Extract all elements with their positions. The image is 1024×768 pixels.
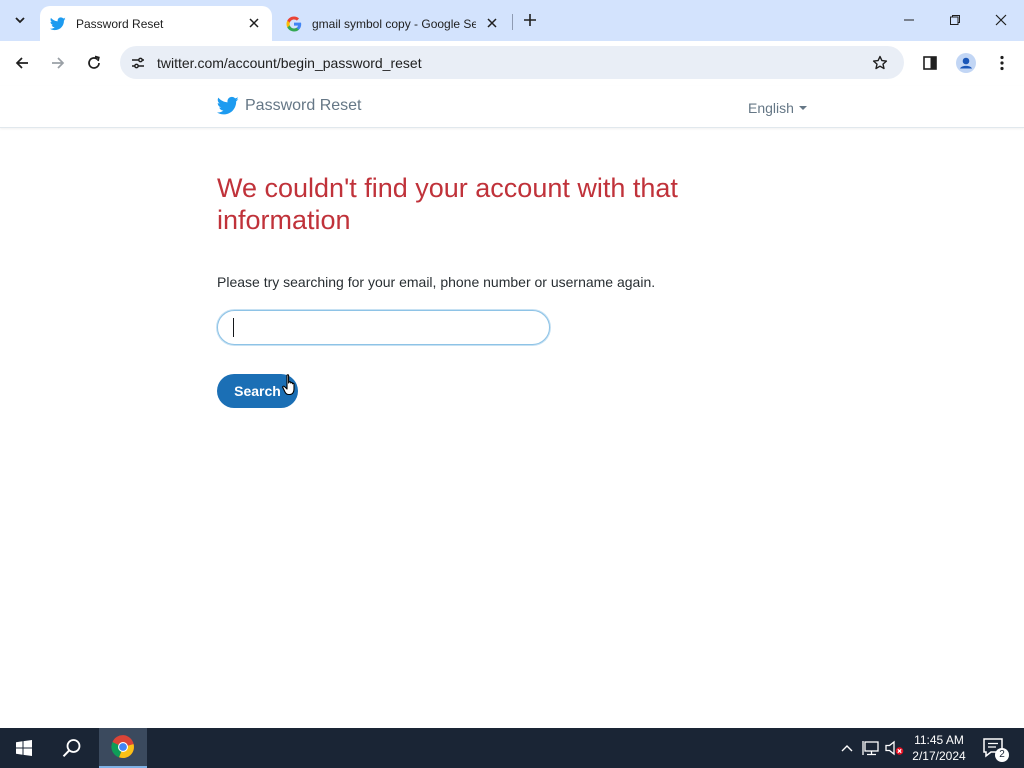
clock-date: 2/17/2024	[912, 749, 966, 763]
restore-icon	[950, 15, 960, 25]
chrome-icon	[111, 735, 134, 759]
taskbar-chrome-button[interactable]	[99, 728, 147, 768]
close-window-button[interactable]	[978, 0, 1024, 40]
caret-down-icon	[798, 106, 807, 110]
tab-title: Password Reset	[76, 16, 164, 31]
windows-taskbar: 11:45 AM 2/17/2024 2	[0, 728, 1024, 768]
new-tab-button[interactable]	[519, 9, 541, 31]
language-label: English	[748, 100, 794, 116]
tab-gmail-symbol-copy[interactable]: gmail symbol copy - Google Se	[276, 6, 510, 41]
chevron-up-icon	[841, 745, 853, 752]
taskbar-clock[interactable]: 11:45 AM 2/17/2024	[906, 732, 972, 764]
side-panel-button[interactable]	[916, 49, 944, 77]
side-panel-icon	[923, 56, 937, 70]
close-icon	[995, 14, 1007, 26]
google-g-icon	[286, 16, 302, 32]
bookmark-star-icon[interactable]	[870, 53, 890, 73]
page-content: Password Reset English We couldn't find …	[0, 86, 1024, 728]
profile-button[interactable]	[952, 49, 980, 77]
forward-button[interactable]	[44, 49, 72, 77]
error-heading: We couldn't find your account with that …	[217, 173, 678, 235]
chevron-down-icon	[15, 17, 25, 24]
hand-pointer-cursor-icon	[282, 374, 295, 396]
volume-muted-icon	[885, 740, 904, 756]
browser-menu-button[interactable]	[988, 49, 1016, 77]
tab-divider	[512, 14, 513, 30]
browser-toolbar: twitter.com/account/begin_password_reset	[0, 41, 1024, 86]
volume-button[interactable]	[884, 728, 906, 768]
kebab-menu-icon	[1000, 55, 1004, 71]
tab-password-reset[interactable]: Password Reset	[40, 6, 272, 41]
tab-search-button[interactable]	[6, 7, 34, 33]
back-button[interactable]	[8, 49, 36, 77]
network-icon	[862, 741, 879, 756]
arrow-left-icon	[15, 57, 28, 69]
clock-time: 11:45 AM	[914, 733, 964, 747]
plus-icon	[524, 14, 536, 26]
notification-count-badge: 2	[995, 748, 1009, 762]
twitter-topbar: Password Reset English	[0, 86, 1024, 128]
reload-icon	[88, 55, 100, 69]
reload-button[interactable]	[80, 49, 108, 77]
browser-tabstrip: Password Reset gmail symbol copy - Googl…	[0, 0, 1024, 41]
brand[interactable]: Password Reset	[217, 96, 362, 116]
site-info-icon[interactable]	[126, 51, 150, 75]
restore-button[interactable]	[932, 0, 978, 40]
twitter-bird-icon	[217, 96, 239, 115]
language-selector[interactable]: English	[748, 100, 807, 116]
text-caret	[233, 318, 234, 337]
windows-logo-icon	[16, 740, 32, 756]
close-tab-icon[interactable]	[246, 15, 262, 31]
close-tab-icon[interactable]	[484, 15, 500, 31]
twitter-bird-icon	[50, 16, 66, 32]
minimize-button[interactable]	[886, 0, 932, 40]
profile-avatar-icon	[956, 53, 976, 73]
arrow-right-icon	[52, 57, 65, 69]
brand-title: Password Reset	[245, 97, 362, 114]
minimize-icon	[904, 19, 914, 21]
show-hidden-icons-button[interactable]	[838, 728, 856, 768]
network-button[interactable]	[860, 728, 882, 768]
tab-title: gmail symbol copy - Google Se	[312, 16, 476, 31]
address-bar[interactable]: twitter.com/account/begin_password_reset	[120, 46, 904, 79]
account-search-input[interactable]	[217, 310, 550, 345]
search-icon	[62, 739, 81, 757]
instructions-text: Please try searching for your email, pho…	[217, 274, 656, 290]
taskbar-search-button[interactable]	[48, 728, 96, 768]
url-text[interactable]: twitter.com/account/begin_password_reset	[157, 55, 422, 71]
start-button[interactable]	[0, 728, 48, 768]
